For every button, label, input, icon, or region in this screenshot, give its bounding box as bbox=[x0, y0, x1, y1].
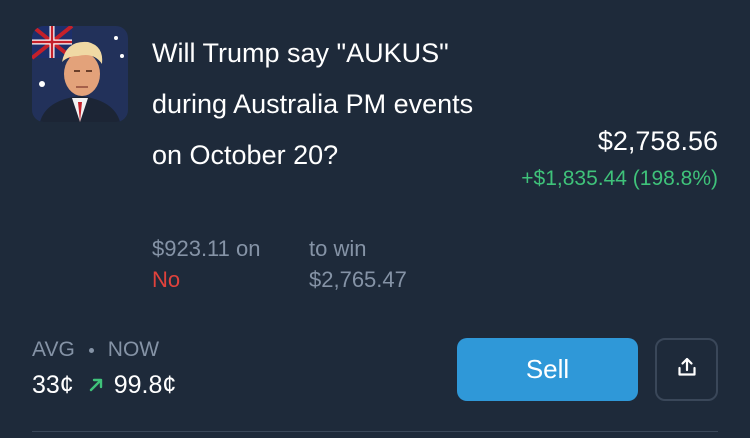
price-labels: AVG NOW bbox=[32, 336, 159, 364]
current-value: $2,758.56 bbox=[597, 126, 718, 156]
position-card[interactable]: Will Trump say "AUKUS" during Australia … bbox=[0, 0, 750, 438]
trend-up-arrow-icon bbox=[88, 377, 104, 393]
sell-button[interactable]: Sell bbox=[457, 338, 638, 401]
value-change: +$1,835.44 (198.8%) bbox=[521, 167, 718, 190]
bet-outcome: No bbox=[152, 267, 181, 292]
now-label: NOW bbox=[107, 338, 160, 361]
bet-amount: $923.11 on bbox=[152, 236, 261, 261]
avg-price: 33¢ bbox=[32, 371, 74, 399]
now-price: 99.8¢ bbox=[113, 371, 177, 399]
market-title[interactable]: Will Trump say "AUKUS" during Australia … bbox=[152, 28, 482, 181]
share-button[interactable] bbox=[655, 338, 718, 401]
to-win-value: $2,765.47 bbox=[309, 267, 407, 292]
separator-dot-icon bbox=[88, 347, 94, 353]
share-icon bbox=[676, 356, 698, 383]
market-thumbnail-image bbox=[32, 26, 128, 122]
divider bbox=[32, 431, 718, 432]
avg-label: AVG bbox=[32, 338, 75, 361]
to-win-label: to win bbox=[309, 236, 367, 261]
market-thumbnail[interactable] bbox=[32, 26, 128, 122]
price-values: 33¢ 99.8¢ bbox=[32, 369, 176, 401]
